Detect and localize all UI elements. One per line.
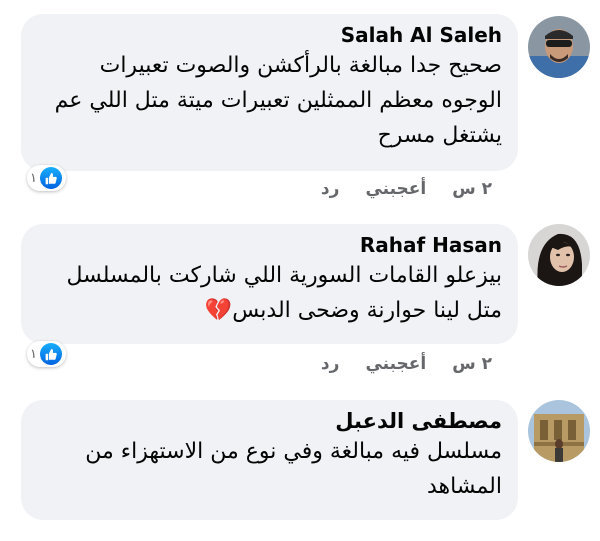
comment-text: مسلسل فيه مبالغة وفي نوع من الاستهزاء من… xyxy=(85,439,502,499)
like-button[interactable]: أعجبني xyxy=(365,354,426,374)
comment-2: Rahaf Hasan بيزعلو القامات السورية اللي … xyxy=(0,200,600,380)
comment-author[interactable]: Salah Al Saleh xyxy=(37,22,502,48)
like-icon xyxy=(39,167,62,189)
reaction-count-badge[interactable]: ١ xyxy=(27,341,66,367)
comment-text-wrap: بيزعلو القامات السورية اللي شاركت بالمسل… xyxy=(37,258,502,328)
reaction-count: ١ xyxy=(30,170,37,186)
comment-1: Salah Al Saleh صحيح جدا مبالغة بالرأكشن … xyxy=(0,0,600,200)
comment-time[interactable]: ٢ س xyxy=(452,179,492,199)
comment-bubble: مصطفى الدعبل مسلسل فيه مبالغة وفي نوع من… xyxy=(21,400,518,520)
reaction-count-badge[interactable]: ١ xyxy=(27,165,66,191)
reaction-count: ١ xyxy=(30,346,37,362)
comment-author[interactable]: مصطفى الدعبل xyxy=(37,408,502,434)
comment-text: بيزعلو القامات السورية اللي شاركت بالمسل… xyxy=(66,263,502,323)
broken-heart-emoji: 💔 xyxy=(204,298,233,323)
comment-actions: ٢ س أعجبني رد xyxy=(321,179,492,199)
reply-button[interactable]: رد xyxy=(321,179,340,199)
comment-author[interactable]: Rahaf Hasan xyxy=(37,232,502,258)
like-button[interactable]: أعجبني xyxy=(365,179,426,199)
avatar[interactable] xyxy=(528,16,590,78)
avatar[interactable] xyxy=(528,224,590,286)
comment-3: مصطفى الدعبل مسلسل فيه مبالغة وفي نوع من… xyxy=(0,380,600,541)
avatar[interactable] xyxy=(528,400,590,462)
comment-bubble: Salah Al Saleh صحيح جدا مبالغة بالرأكشن … xyxy=(21,14,518,171)
comment-text: صحيح جدا مبالغة بالرأكشن والصوت تعبيرات … xyxy=(54,53,502,148)
comment-actions: ٢ س أعجبني رد xyxy=(321,354,492,374)
comment-time[interactable]: ٢ س xyxy=(452,354,492,374)
like-icon xyxy=(39,343,62,365)
reply-button[interactable]: رد xyxy=(321,354,340,374)
comment-bubble: Rahaf Hasan بيزعلو القامات السورية اللي … xyxy=(21,224,518,344)
